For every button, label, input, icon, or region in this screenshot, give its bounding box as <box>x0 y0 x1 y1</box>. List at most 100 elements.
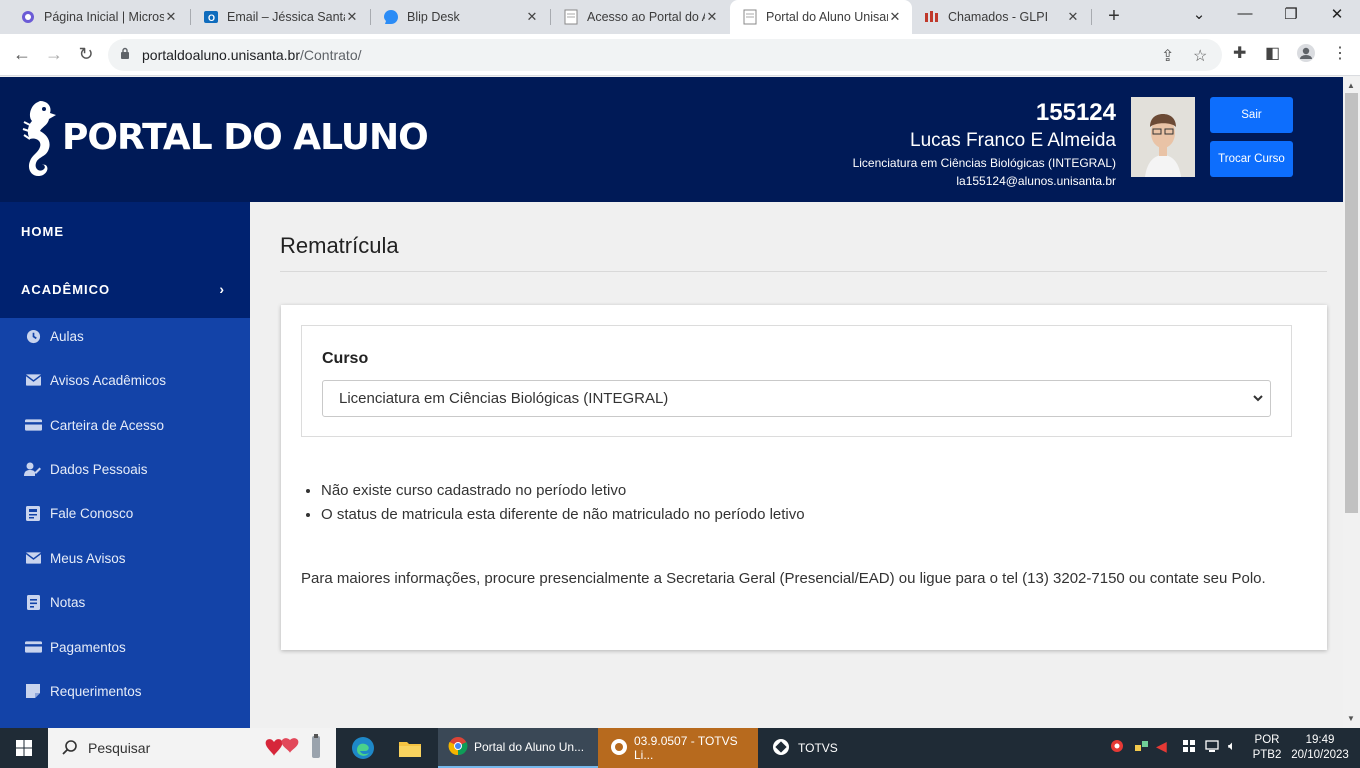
sidebar-home-label: HOME <box>21 223 64 239</box>
sidebar-item-requerimentos[interactable]: Requerimentos <box>0 669 250 713</box>
taskbar-app-totvs[interactable]: TOTVS <box>760 728 880 768</box>
sidebar-item-dados-pessoais[interactable]: Dados Pessoais <box>0 447 250 491</box>
edge-icon[interactable] <box>346 728 380 768</box>
sidebar-item-notas[interactable]: Notas <box>0 580 250 624</box>
close-tab-icon[interactable]: ✕ <box>1066 9 1080 25</box>
outlook-icon: O <box>203 9 219 25</box>
sidebar-item-label: Avisos Acadêmicos <box>50 372 167 388</box>
close-window-icon[interactable]: ✕ <box>1322 5 1352 23</box>
document-icon <box>563 9 579 25</box>
student-name: Lucas Franco E Almeida <box>910 130 1116 151</box>
sidebar-item-avisos-academicos[interactable]: Avisos Acadêmicos <box>0 358 250 402</box>
volume-muted-icon[interactable]: ◀ <box>1156 738 1167 755</box>
url-path: /Contrato/ <box>300 47 362 63</box>
file-explorer-icon[interactable] <box>393 728 427 768</box>
browser-tab-2[interactable]: O Email – Jéssica Santan ✕ <box>191 0 369 34</box>
address-bar[interactable]: portaldoaluno.unisanta.br/Contrato/ ⇪ ☆ <box>108 39 1222 71</box>
glpi-icon <box>924 9 940 25</box>
svg-text:O: O <box>208 13 215 23</box>
taskbar-app-totvs-linha[interactable]: 03.9.0507 - TOTVS Li... <box>598 728 758 768</box>
forward-icon[interactable]: → <box>42 44 66 65</box>
scroll-up-icon[interactable]: ▲ <box>1347 81 1355 90</box>
sidebar-item-academico[interactable]: ACADÊMICO › <box>0 260 250 318</box>
tray-app-icon[interactable] <box>1110 739 1124 756</box>
close-tab-icon[interactable]: ✕ <box>345 9 359 25</box>
security-icon[interactable] <box>1182 739 1196 756</box>
sidebar-item-home[interactable]: HOME <box>0 202 250 260</box>
tray-network-app-icon[interactable] <box>1134 739 1150 756</box>
title-divider <box>280 271 1327 272</box>
search-placeholder: Pesquisar <box>88 740 151 756</box>
search-icon <box>62 739 78 758</box>
browser-tab-strip: Página Inicial | Micros ✕ O Email – Jéss… <box>0 0 1360 34</box>
profile-icon[interactable] <box>1296 43 1316 68</box>
credit-card-icon <box>24 419 42 431</box>
change-course-button[interactable]: Trocar Curso <box>1210 141 1293 177</box>
tab-label: Acesso ao Portal do Al <box>587 10 705 24</box>
sidebar-item-label: Notas <box>50 594 86 610</box>
envelope-icon <box>24 552 42 564</box>
back-icon[interactable]: ← <box>10 44 34 65</box>
new-tab-icon[interactable]: + <box>1104 5 1124 28</box>
info-text: Para maiores informações, procure presen… <box>301 570 1266 587</box>
contact-icon <box>24 505 42 521</box>
sidebar-item-label: Dados Pessoais <box>50 461 148 477</box>
curso-select-value: Licenciatura em Ciências Biológicas (INT… <box>339 390 669 407</box>
sidebar-item-aulas[interactable]: Aulas <box>0 314 250 358</box>
sidebar-item-label: Pagamentos <box>50 639 126 655</box>
document-icon <box>742 9 758 25</box>
network-icon[interactable] <box>1205 739 1221 756</box>
sticky-note-icon <box>24 684 42 698</box>
tab-label: Blip Desk <box>407 10 460 24</box>
browser-tab-5-active[interactable]: Portal do Aluno Unisan ✕ <box>730 0 912 34</box>
close-tab-icon[interactable]: ✕ <box>164 9 178 25</box>
browser-tab-4[interactable]: Acesso ao Portal do Al ✕ <box>551 0 729 34</box>
portal-logo[interactable]: PORTAL DO ALUNO <box>18 97 429 177</box>
browser-toolbar: ← → ↻ portaldoaluno.unisanta.br/Contrato… <box>0 34 1360 76</box>
page-scrollbar[interactable]: ▲ ▼ <box>1343 77 1360 728</box>
taskbar-search-input[interactable]: Pesquisar <box>48 728 336 768</box>
student-photo <box>1131 97 1195 177</box>
chevron-down-icon <box>1252 391 1264 409</box>
minimize-icon[interactable]: — <box>1230 5 1260 22</box>
sidebar-item-fale-conosco[interactable]: Fale Conosco <box>0 491 250 535</box>
side-panel-icon[interactable]: ◧ <box>1265 43 1280 63</box>
speaker-icon[interactable]: 🔈︎ <box>1228 738 1236 754</box>
tab-search-icon[interactable]: ⌄ <box>1184 5 1214 23</box>
close-tab-icon[interactable]: ✕ <box>525 9 539 25</box>
sidebar-item-carteira[interactable]: Carteira de Acesso <box>0 403 250 447</box>
bookmark-star-icon[interactable]: ☆ <box>1193 46 1207 66</box>
search-highlight-icon <box>262 734 328 765</box>
browser-tab-6[interactable]: Chamados - GLPI ✕ <box>912 0 1090 34</box>
restore-icon[interactable]: ❐ <box>1276 5 1306 23</box>
curso-select[interactable]: Licenciatura em Ciências Biológicas (INT… <box>322 380 1271 417</box>
chevron-right-icon: › <box>219 281 225 297</box>
main-content: Rematrícula Curso Licenciatura em Ciênci… <box>250 202 1343 728</box>
lock-icon <box>120 47 130 65</box>
status-message: O status de matricula esta diferente de … <box>321 503 805 527</box>
reload-icon[interactable]: ↻ <box>74 44 98 65</box>
windows-start-icon[interactable] <box>0 728 48 768</box>
menu-kebab-icon[interactable]: ⋮ <box>1332 43 1348 63</box>
totvs-icon <box>610 738 628 759</box>
share-icon[interactable]: ⇪ <box>1161 46 1174 66</box>
windows-taskbar: Pesquisar Portal do Aluno Un... 03.9.050… <box>0 728 1360 768</box>
close-tab-icon[interactable]: ✕ <box>888 9 902 25</box>
scroll-down-icon[interactable]: ▼ <box>1347 714 1355 723</box>
language-indicator[interactable]: POR PTB2 <box>1250 733 1284 763</box>
close-tab-icon[interactable]: ✕ <box>705 9 719 25</box>
sidebar-item-pagamentos[interactable]: Pagamentos <box>0 625 250 669</box>
status-message-list: Não existe curso cadastrado no período l… <box>321 479 805 527</box>
clock[interactable]: 19:49 20/10/2023 <box>1288 733 1352 763</box>
browser-tab-3[interactable]: Blip Desk ✕ <box>371 0 549 34</box>
sidebar-academico-label: ACADÊMICO <box>21 281 111 297</box>
scrollbar-thumb[interactable] <box>1345 93 1358 513</box>
sidebar-item-label: Fale Conosco <box>50 505 134 521</box>
extensions-icon[interactable]: ✚ <box>1233 43 1246 63</box>
browser-tab-1[interactable]: Página Inicial | Micros ✕ <box>8 0 188 34</box>
notes-icon <box>24 594 42 610</box>
sidebar-item-meus-avisos[interactable]: Meus Avisos <box>0 536 250 580</box>
taskbar-app-chrome[interactable]: Portal do Aluno Un... <box>438 728 598 768</box>
chrome-icon <box>448 736 468 759</box>
logout-button[interactable]: Sair <box>1210 97 1293 133</box>
